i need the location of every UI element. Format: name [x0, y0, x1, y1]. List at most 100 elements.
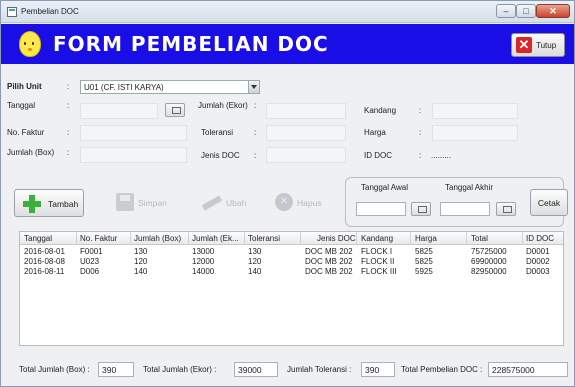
tanggal-awal-label: Tanggal Awal [361, 183, 408, 192]
jumlah-ekor-colon: : [254, 101, 257, 110]
column-header[interactable]: Jumlah (Box) [134, 234, 186, 243]
cell-kandang: FLOCK III [361, 267, 397, 276]
window-close-button[interactable]: ✕ [536, 4, 570, 18]
total-ekor-label: Total Jumlah (Ekor) : [143, 365, 217, 374]
total-pembelian-label: Total Pembelian DOC : [401, 365, 483, 374]
cell-no-faktur: U023 [80, 257, 100, 266]
tanggal-field[interactable] [80, 103, 158, 119]
cell-tanggal: 2016-08-11 [24, 267, 65, 276]
table-header: Tanggal No. Faktur Jumlah (Box) Jumlah (… [20, 232, 563, 245]
jenis-doc-colon: : [254, 151, 257, 160]
cell-tanggal: 2016-08-08 [24, 257, 65, 266]
total-ekor-field[interactable]: 39000 [234, 362, 278, 377]
tanggal-akhir-field[interactable] [440, 202, 490, 216]
cell-total: 75725000 [471, 247, 507, 256]
kandang-field[interactable] [432, 103, 518, 119]
ubah-button[interactable]: Ubah [194, 189, 256, 217]
cell-jenis-doc: DOC MB 202 [305, 257, 353, 266]
kandang-label: Kandang [364, 106, 397, 115]
minimize-button[interactable]: – [496, 4, 516, 18]
cell-no-faktur: F0001 [80, 247, 103, 256]
jumlah-box-colon: : [67, 148, 70, 157]
cell-harga: 5925 [415, 267, 433, 276]
toleransi-field[interactable] [266, 125, 346, 141]
tutup-button[interactable]: ✕ Tutup [511, 33, 565, 57]
cell-jumlah-ekor: 12000 [192, 257, 215, 266]
cell-id-doc: D0003 [526, 267, 550, 276]
column-divider[interactable] [76, 232, 77, 245]
delete-icon [275, 193, 293, 211]
column-divider[interactable] [522, 232, 523, 245]
cell-jumlah-ekor: 13000 [192, 247, 215, 256]
cell-id-doc: D0001 [526, 247, 550, 256]
tambah-button[interactable]: Tambah [14, 189, 84, 217]
tanggal-akhir-calendar-button[interactable] [496, 202, 516, 216]
tanggal-colon: : [67, 101, 70, 110]
column-header[interactable]: Jumlah (Ek... [192, 234, 242, 243]
jenis-doc-label: Jenis DOC [201, 151, 240, 160]
total-box-field[interactable]: 390 [98, 362, 134, 377]
no-faktur-field[interactable] [80, 125, 187, 141]
jumlah-ekor-field[interactable] [266, 103, 346, 119]
pencil-icon [200, 195, 222, 209]
harga-colon: : [419, 128, 422, 137]
cell-total: 82950000 [471, 267, 507, 276]
no-faktur-label: No. Faktur [7, 128, 45, 137]
jumlah-toleransi-label: Jumlah Toleransi : [287, 365, 352, 374]
jumlah-toleransi-field[interactable]: 390 [361, 362, 395, 377]
jumlah-box-field[interactable] [80, 147, 187, 163]
cell-jumlah-box: 120 [134, 257, 148, 266]
column-divider[interactable] [300, 232, 301, 245]
cetak-button[interactable]: Cetak [530, 189, 568, 216]
column-divider[interactable] [188, 232, 189, 245]
no-faktur-colon: : [67, 128, 70, 137]
hapus-button[interactable]: Hapus [269, 189, 333, 217]
jumlah-box-label: Jumlah (Box) [7, 148, 55, 157]
cell-tanggal: 2016-08-01 [24, 247, 65, 256]
harga-field[interactable] [432, 125, 518, 141]
app-icon [7, 7, 17, 17]
column-divider[interactable] [410, 232, 411, 245]
column-divider[interactable] [466, 232, 467, 245]
cell-jumlah-box: 140 [134, 267, 148, 276]
table-row[interactable]: 2016-08-01 F0001 130 13000 130 DOC MB 20… [20, 247, 563, 257]
maximize-button[interactable]: □ [516, 4, 536, 18]
calendar-button[interactable] [165, 103, 185, 117]
total-pembelian-field[interactable]: 228575000 [488, 362, 568, 377]
table-row[interactable]: 2016-08-11 D006 140 14000 140 DOC MB 202… [20, 267, 563, 277]
cell-toleransi: 130 [248, 247, 262, 256]
column-header[interactable]: Toleransi [248, 234, 298, 243]
column-header[interactable]: ID DOC [526, 234, 563, 243]
app-window: Pembelian DOC – □ ✕ FORM PEMBELIAN DOC ✕… [0, 0, 575, 387]
column-header[interactable]: Kandang [361, 234, 409, 243]
unit-label: Pilih Unit [7, 82, 42, 91]
column-divider[interactable] [356, 232, 357, 245]
tanggal-awal-calendar-button[interactable] [411, 202, 431, 216]
column-header[interactable]: Total [471, 234, 521, 243]
unit-select-value: U01 (CF. ISTI KARYA) [84, 83, 164, 92]
simpan-button[interactable]: Simpan [108, 189, 176, 217]
toleransi-colon: : [254, 128, 257, 137]
column-divider[interactable] [244, 232, 245, 245]
column-header[interactable]: Tanggal [24, 234, 76, 243]
cell-toleransi: 140 [248, 267, 262, 276]
data-table[interactable]: Tanggal No. Faktur Jumlah (Box) Jumlah (… [19, 231, 564, 346]
close-icon: ✕ [549, 6, 557, 16]
column-header[interactable]: No. Faktur [80, 234, 128, 243]
plus-icon [23, 195, 41, 213]
id-doc-colon: : [419, 151, 422, 160]
column-header[interactable]: Harga [415, 234, 465, 243]
jenis-doc-field[interactable] [266, 147, 346, 163]
ubah-label: Ubah [226, 198, 247, 208]
cell-jumlah-ekor: 14000 [192, 267, 215, 276]
column-divider[interactable] [130, 232, 131, 245]
form-title: FORM PEMBELIAN DOC [53, 32, 329, 56]
table-row[interactable]: 2016-08-08 U023 120 12000 120 DOC MB 202… [20, 257, 563, 267]
tutup-label: Tutup [536, 41, 557, 50]
cell-kandang: FLOCK II [361, 257, 395, 266]
harga-label: Harga [364, 128, 386, 137]
toleransi-label: Toleransi [201, 128, 234, 137]
tanggal-awal-field[interactable] [356, 202, 406, 216]
cell-jenis-doc: DOC MB 202 [305, 247, 353, 256]
unit-select[interactable]: U01 (CF. ISTI KARYA) [80, 80, 260, 94]
